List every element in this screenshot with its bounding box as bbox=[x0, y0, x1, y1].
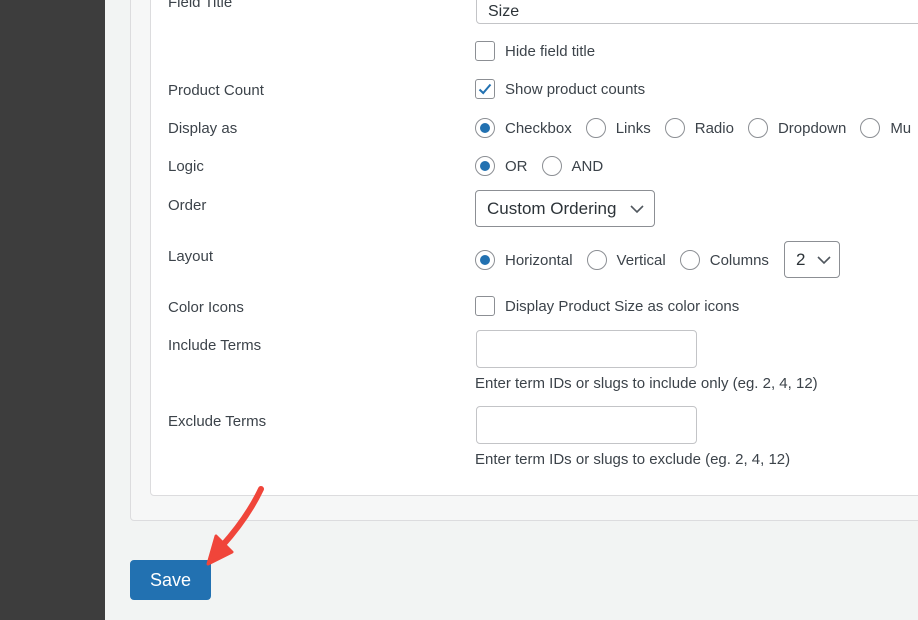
order-select-value: Custom Ordering bbox=[487, 198, 617, 218]
layout-label: Layout bbox=[168, 248, 214, 265]
order-select[interactable]: Custom Ordering bbox=[475, 190, 655, 227]
admin-sidebar bbox=[0, 0, 105, 620]
show-product-counts-row[interactable]: Show product counts bbox=[475, 79, 659, 99]
logic-option-label: OR bbox=[505, 157, 528, 175]
display-as-option-label: Mu bbox=[890, 119, 912, 137]
display-as-radio-radio[interactable] bbox=[664, 118, 685, 138]
checkmark-icon bbox=[478, 83, 492, 95]
color-icons-option-label: Display Product Size as color icons bbox=[505, 297, 740, 315]
color-icons-label: Color Icons bbox=[168, 299, 244, 316]
hide-field-title-checkbox[interactable] bbox=[475, 41, 495, 61]
logic-radio-and[interactable] bbox=[541, 156, 562, 176]
logic-options: OR AND bbox=[475, 156, 617, 176]
exclude-terms-hint: Enter term IDs or slugs to exclude (eg. … bbox=[475, 451, 791, 468]
save-button[interactable]: Save bbox=[130, 560, 211, 600]
exclude-terms-input[interactable] bbox=[476, 406, 697, 444]
layout-option-label: Columns bbox=[709, 251, 769, 269]
red-arrow-icon bbox=[206, 486, 264, 566]
logic-radio-or[interactable] bbox=[475, 156, 495, 176]
layout-radio-columns[interactable] bbox=[679, 250, 700, 270]
display-as-option-label: Checkbox bbox=[505, 119, 572, 137]
layout-radio-vertical[interactable] bbox=[586, 250, 607, 270]
hide-field-title-row[interactable]: Hide field title bbox=[475, 41, 609, 61]
display-as-radio-checkbox[interactable] bbox=[475, 118, 495, 138]
display-as-option-label: Radio bbox=[694, 119, 734, 137]
field-title-label: Field Title bbox=[168, 0, 233, 11]
hide-field-title-label: Hide field title bbox=[505, 42, 596, 60]
display-as-radio-multiselect[interactable] bbox=[860, 118, 881, 138]
columns-select[interactable]: 2 bbox=[784, 241, 840, 278]
field-title-input[interactable] bbox=[476, 0, 918, 24]
show-product-counts-label: Show product counts bbox=[505, 80, 646, 98]
display-as-label: Display as bbox=[168, 120, 238, 137]
include-terms-input[interactable] bbox=[476, 330, 697, 368]
layout-radio-horizontal[interactable] bbox=[475, 250, 495, 270]
product-count-label: Product Count bbox=[168, 82, 264, 99]
layout-option-label: Vertical bbox=[616, 251, 666, 269]
display-as-radio-dropdown[interactable] bbox=[747, 118, 768, 138]
chevron-down-icon bbox=[817, 255, 831, 264]
display-as-options: Checkbox Links Radio Dropdown Mu bbox=[475, 118, 918, 138]
color-icons-checkbox[interactable] bbox=[475, 296, 495, 316]
include-terms-label: Include Terms bbox=[168, 337, 262, 354]
order-label: Order bbox=[168, 197, 207, 214]
logic-label: Logic bbox=[168, 158, 204, 175]
display-as-option-label: Links bbox=[615, 119, 651, 137]
layout-option-label: Horizontal bbox=[505, 251, 573, 269]
logic-option-label: AND bbox=[571, 157, 604, 175]
layout-options: Horizontal Vertical Columns bbox=[475, 250, 773, 270]
columns-select-value: 2 bbox=[796, 249, 806, 269]
display-as-radio-links[interactable] bbox=[585, 118, 606, 138]
exclude-terms-label: Exclude Terms bbox=[168, 413, 267, 430]
include-terms-hint: Enter term IDs or slugs to include only … bbox=[475, 375, 818, 392]
display-as-option-label: Dropdown bbox=[777, 119, 847, 137]
color-icons-row[interactable]: Display Product Size as color icons bbox=[475, 296, 753, 316]
show-product-counts-checkbox[interactable] bbox=[475, 79, 495, 99]
chevron-down-icon bbox=[630, 204, 644, 213]
